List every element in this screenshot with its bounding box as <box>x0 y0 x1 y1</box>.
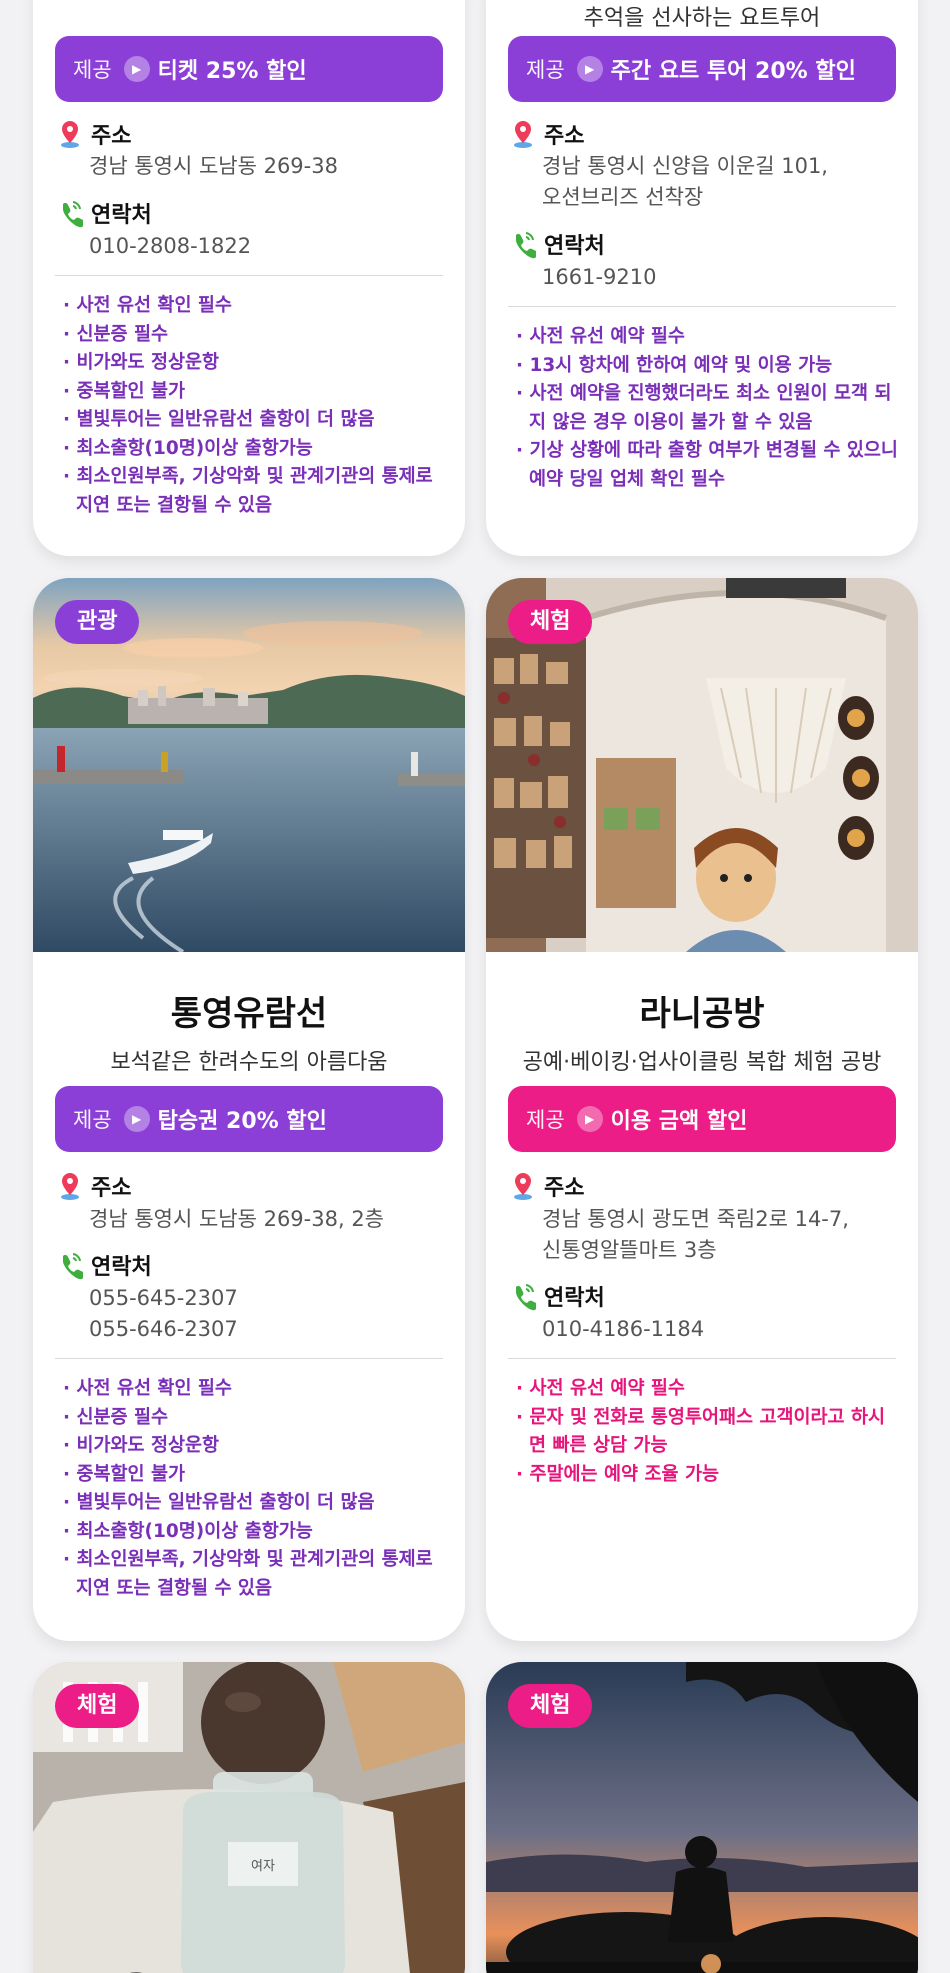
note-item: · 사전 유선 확인 필수 <box>63 295 232 316</box>
card-tongyeong-cruise[interactable]: 관광 통영유람선 보석같은 한려수도의 아름다움 제공 ▶ 탑승권 20% 할인… <box>33 578 465 1641</box>
divider <box>55 1358 443 1359</box>
card-sightseeing-ticket[interactable]: 제공 ▶ 티켓 25% 할인 주소 경남 통영시 도남동 269-38 연락처 … <box>33 0 465 556</box>
card-rani-workshop[interactable]: 체험 라니공방 공예·베이킹·업사이클링 복합 체험 공방 제공 ▶ 이용 금액… <box>486 578 918 1641</box>
address-line: 경남 통영시 도남동 269-38, 2층 <box>89 1207 384 1231</box>
address-line: 경남 통영시 광도면 죽림2로 14-7, 신통영알뜰마트 3층 <box>542 1207 849 1262</box>
note-item: · 사전 유선 예약 필수 <box>516 1378 685 1399</box>
note-item: · 비가와도 정상운항 <box>63 1435 220 1456</box>
card-perfume-experience[interactable]: 여자 체험 <box>33 1662 465 1973</box>
location-pin-icon <box>514 1173 532 1200</box>
phone-icon <box>62 201 83 228</box>
craft-workshop-photo: 체험 <box>486 578 918 952</box>
contact-line[interactable]: 010-4186-1184 <box>542 1314 704 1345</box>
divider <box>508 1358 896 1359</box>
notes-list: · 사전 유선 확인 필수 · 신분증 필수 · 비가와도 정상운항 · 중복할… <box>63 1375 448 1603</box>
address-line: 경남 통영시 도남동 269-38 <box>89 154 338 178</box>
bottle-label: 여자 <box>251 1859 275 1874</box>
offer-banner[interactable]: 제공 ▶ 티켓 25% 할인 <box>55 36 443 102</box>
perfume-bottle-photo: 여자 체험 <box>33 1662 465 1973</box>
address-heading: 주소 <box>57 1170 131 1202</box>
note-item: · 중복할인 불가 <box>63 1463 186 1485</box>
card-subtitle: 추억을 선사하는 요트투어 <box>583 6 821 31</box>
address-line: 경남 통영시 신양읍 이운길 101, 오션브리즈 선착장 <box>542 154 828 209</box>
contact-line[interactable]: 010-2808-1822 <box>89 231 251 262</box>
note-item: · 기상 상황에 따라 출항 여부가 변경될 수 있으니 예약 당일 업체 확인… <box>516 440 898 490</box>
offer-banner[interactable]: 제공 ▶ 주간 요트 투어 20% 할인 <box>508 36 896 102</box>
contact-heading: 연락처 <box>510 228 605 260</box>
contact-heading: 연락처 <box>57 1249 152 1281</box>
chevron-right-icon: ▶ <box>576 56 603 82</box>
category-tag: 체험 <box>508 1684 593 1728</box>
card-yacht-tour[interactable]: 추억을 선사하는 요트투어 제공 ▶ 주간 요트 투어 20% 할인 주소 경남… <box>486 0 918 556</box>
note-item: · 최소출항(10명)이상 출항가능 <box>63 437 313 459</box>
chevron-right-icon: ▶ <box>123 1106 150 1132</box>
chevron-right-icon: ▶ <box>123 56 150 82</box>
note-item: · 13시 항차에 한하여 예약 및 이용 가능 <box>516 354 833 376</box>
note-item: · 최소출항(10명)이상 출항가능 <box>63 1520 313 1542</box>
offer-banner[interactable]: 제공 ▶ 탑승권 20% 할인 <box>55 1086 443 1152</box>
note-item: · 비가와도 정상운항 <box>63 352 220 373</box>
contact-heading: 연락처 <box>510 1280 605 1312</box>
note-item: · 주말에는 예약 조율 가능 <box>516 1463 719 1485</box>
divider <box>508 306 896 307</box>
card-sunset-experience[interactable]: 체험 <box>486 1662 918 1973</box>
location-pin-icon <box>61 1173 79 1200</box>
card-subtitle: 공예·베이킹·업사이클링 복합 체험 공방 <box>522 1050 882 1075</box>
note-item: · 문자 및 전화로 통영투어패스 고객이라고 하시면 빠른 상담 가능 <box>516 1406 886 1457</box>
note-item: · 최소인원부족, 기상악화 및 관계기관의 통제로 지연 또는 결항될 수 있… <box>63 1549 433 1599</box>
note-item: · 별빛투어는 일반유람선 출항이 더 많음 <box>63 409 375 430</box>
note-item: · 최소인원부족, 기상악화 및 관계기관의 통제로 지연 또는 결항될 수 있… <box>63 466 433 516</box>
notes-list: · 사전 유선 예약 필수 · 문자 및 전화로 통영투어패스 고객이라고 하시… <box>516 1375 901 1489</box>
phone-icon <box>515 1284 536 1311</box>
contact-lines[interactable]: 055-645-2307 055-646-2307 <box>89 1283 238 1345</box>
note-item: · 사전 유선 예약 필수 <box>516 326 685 347</box>
card-title: 통영유람선 <box>170 994 328 1034</box>
category-tag: 관광 <box>55 600 140 644</box>
divider <box>55 275 443 276</box>
category-tag: 체험 <box>55 1684 140 1728</box>
location-pin-icon <box>514 121 532 148</box>
note-item: · 사전 유선 확인 필수 <box>63 1378 232 1399</box>
address-heading: 주소 <box>510 1170 584 1202</box>
note-item: · 신분증 필수 <box>63 323 169 345</box>
card-title: 라니공방 <box>639 994 765 1034</box>
phone-icon <box>515 232 536 259</box>
contact-heading: 연락처 <box>57 197 152 229</box>
address-heading: 주소 <box>57 118 131 150</box>
note-item: · 별빛투어는 일반유람선 출항이 더 많음 <box>63 1492 375 1513</box>
note-item: · 사전 예약을 진행했더라도 최소 인원이 모객 되지 않은 경우 이용이 불… <box>516 383 892 433</box>
harbor-ferry-photo: 관광 <box>33 578 465 952</box>
note-item: · 중복할인 불가 <box>63 380 186 402</box>
card-subtitle: 보석같은 한려수도의 아름다움 <box>110 1050 388 1075</box>
note-item: · 신분증 필수 <box>63 1406 169 1428</box>
category-tag: 체험 <box>508 600 593 644</box>
sunset-silhouette-photo: 체험 <box>486 1662 918 1973</box>
notes-list: · 사전 유선 예약 필수 · 13시 항차에 한하여 예약 및 이용 가능 ·… <box>516 323 901 494</box>
phone-icon <box>62 1253 83 1280</box>
offer-banner[interactable]: 제공 ▶ 이용 금액 할인 <box>508 1086 896 1152</box>
notes-list: · 사전 유선 확인 필수 · 신분증 필수 · 비가와도 정상운항 · 중복할… <box>63 292 448 520</box>
location-pin-icon <box>61 121 79 148</box>
contact-line[interactable]: 1661-9210 <box>542 262 656 293</box>
address-heading: 주소 <box>510 118 584 150</box>
chevron-right-icon: ▶ <box>576 1106 603 1132</box>
